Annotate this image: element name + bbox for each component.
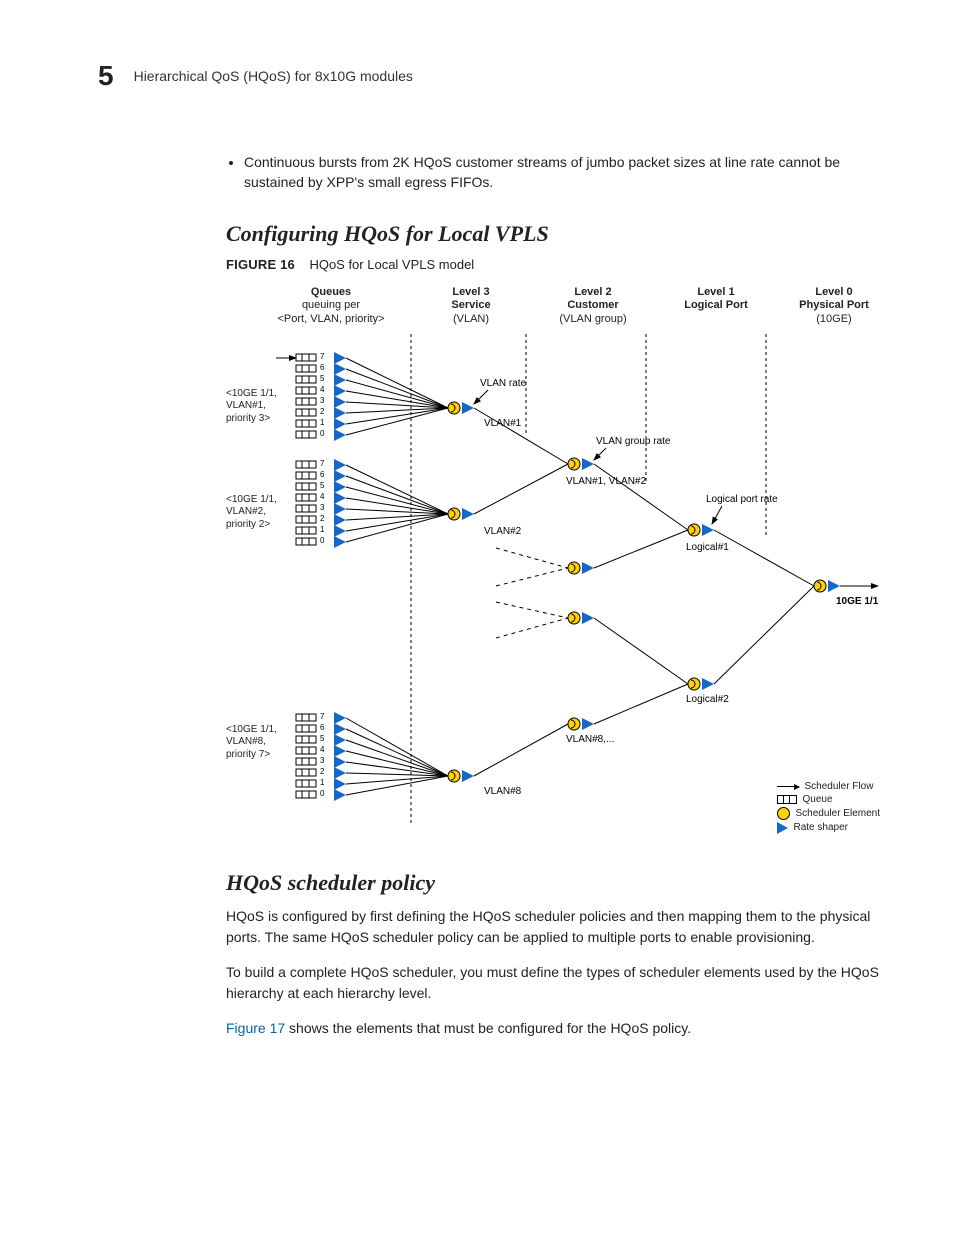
svg-text:1: 1: [320, 418, 325, 427]
queue-block-3: 7 6 5 4 3 2 1 0: [296, 712, 448, 801]
svg-text:7: 7: [320, 352, 325, 361]
svg-text:4: 4: [320, 745, 325, 754]
svg-text:5: 5: [320, 481, 325, 490]
sched-vlan2-icon: [448, 508, 474, 520]
svg-text:2: 2: [320, 514, 325, 523]
svg-text:0: 0: [320, 429, 325, 438]
queue-block-1: 7 6 5 4 3 2 1 0: [276, 352, 448, 441]
chapter-number: 5: [98, 60, 114, 92]
svg-text:3: 3: [320, 396, 325, 405]
col-l3-sub1: Service: [431, 299, 511, 313]
sched-logical2-icon: [688, 678, 714, 690]
lbl-vgroup12: VLAN#1, VLAN#2: [566, 476, 646, 487]
lbl-vlan1: VLAN#1: [484, 418, 522, 429]
paragraph: To build a complete HQoS scheduler, you …: [226, 962, 884, 1004]
hqos-diagram: Queues queuing per <Port, VLAN, priority…: [226, 286, 886, 846]
col-l2-sub1: Customer: [548, 299, 638, 313]
sched-vlan1-icon: [448, 402, 474, 414]
svg-text:3: 3: [320, 503, 325, 512]
legend-flow-icon: [777, 786, 799, 787]
figure-title: HQoS for Local VPLS model: [309, 257, 474, 272]
col-l3-sub2: (VLAN): [453, 313, 489, 325]
col-l0-sub1: Physical Port: [789, 299, 879, 313]
svg-text:5: 5: [320, 734, 325, 743]
col-l0-title: Level 0: [789, 286, 879, 300]
svg-text:0: 0: [320, 789, 325, 798]
col-queues-sub2: <Port, VLAN, priority>: [278, 313, 385, 325]
legend-queue: Queue: [803, 794, 833, 805]
running-head: Hierarchical QoS (HQoS) for 8x10G module…: [134, 68, 413, 84]
queue-label-1: <10GE 1/1, VLAN#1, priority 3>: [226, 388, 277, 426]
svg-text:0: 0: [320, 536, 325, 545]
sched-logical1-icon: [688, 524, 714, 536]
col-l2-title: Level 2: [548, 286, 638, 300]
svg-text:1: 1: [320, 525, 325, 534]
lbl-vlan8: VLAN#8: [484, 786, 522, 797]
lbl-logical2: Logical#2: [686, 694, 729, 705]
queue-label-2: <10GE 1/1, VLAN#2, priority 2>: [226, 494, 277, 532]
svg-text:4: 4: [320, 492, 325, 501]
svg-text:4: 4: [320, 385, 325, 394]
paragraph: Figure 17 shows the elements that must b…: [226, 1018, 884, 1039]
body: Continuous bursts from 2K HQoS customer …: [226, 152, 884, 1039]
section-heading-2: HQoS scheduler policy: [226, 870, 884, 896]
col-queues-sub1: queuing per: [302, 299, 360, 311]
svg-text:2: 2: [320, 407, 325, 416]
lbl-vlan-rate: VLAN rate: [480, 378, 527, 389]
col-queues-title: Queues: [276, 286, 386, 300]
lbl-logical-rate: Logical port rate: [706, 494, 778, 505]
legend-queue-icon: [777, 795, 797, 804]
sched-vgroup1-icon: [568, 458, 594, 470]
diagram-svg: 7 6 5 4 3 2 1 0: [226, 286, 886, 846]
col-l3-title: Level 3: [431, 286, 511, 300]
sched-vgroup-mid2-icon: [568, 612, 594, 624]
svg-text:3: 3: [320, 756, 325, 765]
svg-text:6: 6: [320, 470, 325, 479]
sched-port-icon: [814, 580, 840, 592]
svg-text:5: 5: [320, 374, 325, 383]
legend-flow: Scheduler Flow: [805, 781, 874, 792]
col-l1-title: Level 1: [671, 286, 761, 300]
figure-label: FIGURE 16: [226, 257, 295, 272]
queue-label-3: <10GE 1/1, VLAN#8, priority 7>: [226, 724, 277, 762]
section-heading: Configuring HQoS for Local VPLS: [226, 221, 884, 247]
sched-vlan8-icon: [448, 770, 474, 782]
svg-text:2: 2: [320, 767, 325, 776]
col-l1-sub1: Logical Port: [671, 299, 761, 313]
queue-block-2: 7 6 5 4 3 2 1 0: [296, 459, 448, 548]
paragraph: HQoS is configured by first defining the…: [226, 906, 884, 948]
lbl-vgroup-rate: VLAN group rate: [596, 436, 671, 447]
xref-tail: shows the elements that must be configur…: [285, 1020, 691, 1036]
svg-text:1: 1: [320, 778, 325, 787]
list-item: Continuous bursts from 2K HQoS customer …: [244, 152, 884, 193]
col-l2-sub2: (VLAN group): [559, 313, 626, 325]
sched-vgroup8-icon: [568, 718, 594, 730]
lbl-logical1: Logical#1: [686, 542, 729, 553]
legend-element: Scheduler Element: [796, 808, 881, 819]
sched-vgroup-mid1-icon: [568, 562, 594, 574]
figure-17-link[interactable]: Figure 17: [226, 1020, 285, 1036]
page: 5 Hierarchical QoS (HQoS) for 8x10G modu…: [0, 0, 954, 1235]
legend-element-icon: [777, 807, 790, 820]
lbl-port: 10GE 1/1: [836, 596, 879, 607]
legend-shaper-icon: [777, 822, 788, 834]
page-header: 5 Hierarchical QoS (HQoS) for 8x10G modu…: [98, 60, 884, 92]
col-l0-sub2: (10GE): [816, 313, 851, 325]
lbl-vlan2: VLAN#2: [484, 526, 522, 537]
svg-text:6: 6: [320, 363, 325, 372]
svg-text:6: 6: [320, 723, 325, 732]
lbl-vgroup8: VLAN#8,...: [566, 734, 614, 745]
legend-shaper: Rate shaper: [794, 822, 848, 833]
diagram-legend: Scheduler Flow Queue Scheduler Element R…: [777, 779, 881, 836]
svg-text:7: 7: [320, 712, 325, 721]
figure-caption: FIGURE 16 HQoS for Local VPLS model: [226, 257, 884, 272]
svg-text:7: 7: [320, 459, 325, 468]
bullet-list: Continuous bursts from 2K HQoS customer …: [226, 152, 884, 193]
